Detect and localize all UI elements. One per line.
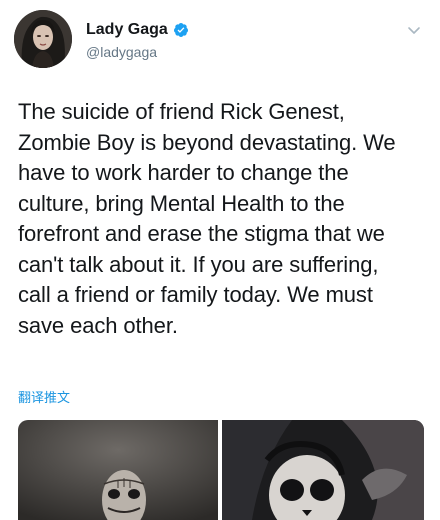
tweet-text: The suicide of friend Rick Genest, Zombi… bbox=[18, 99, 396, 338]
translate-tweet-link[interactable]: 翻译推文 bbox=[18, 387, 70, 406]
tweet-media bbox=[18, 420, 424, 520]
avatar-portrait bbox=[14, 10, 72, 68]
photo-skull-face[interactable] bbox=[222, 420, 424, 520]
display-name-row: Lady Gaga bbox=[86, 20, 189, 40]
display-name[interactable]: Lady Gaga bbox=[86, 21, 168, 39]
photo-tattooed-man[interactable] bbox=[18, 420, 218, 520]
author-handle[interactable]: @ladygaga bbox=[86, 44, 189, 60]
tweet-header: Lady Gaga @ladygaga bbox=[14, 10, 426, 72]
verified-badge-icon bbox=[173, 22, 189, 38]
author-avatar[interactable] bbox=[14, 10, 72, 68]
author-names: Lady Gaga @ladygaga bbox=[86, 20, 189, 60]
chevron-down-icon[interactable] bbox=[406, 24, 422, 36]
